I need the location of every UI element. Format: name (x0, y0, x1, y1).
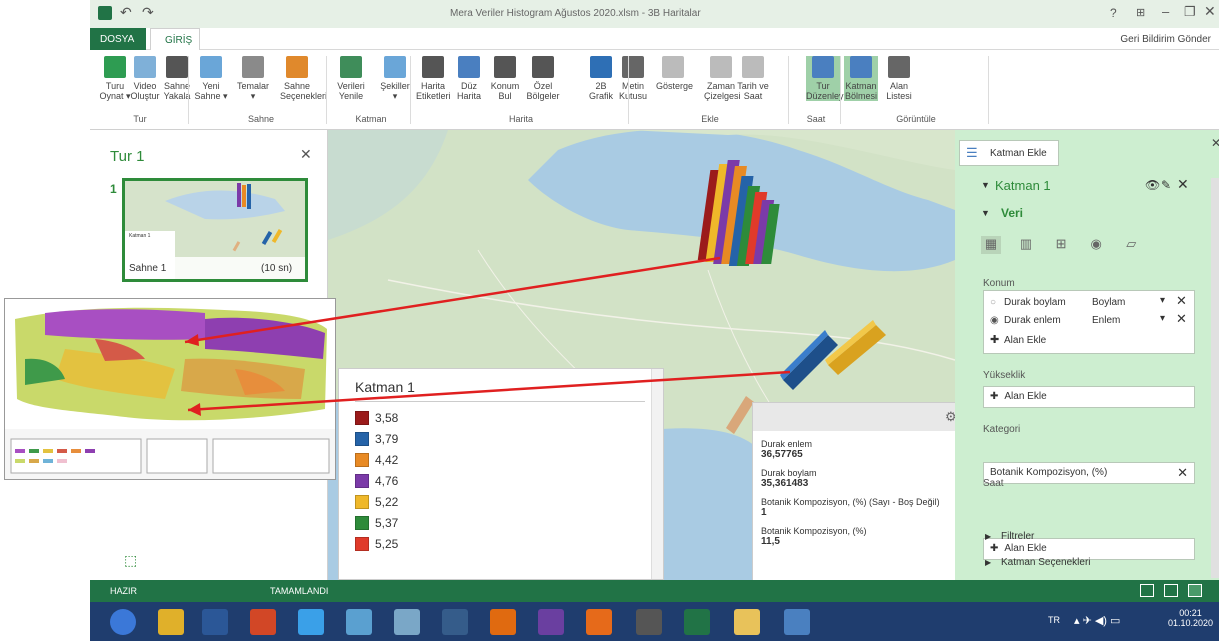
taskbar-windows-start-icon[interactable] (110, 609, 136, 635)
page-layout-icon[interactable] (1164, 584, 1178, 597)
taskbar-explorer-icon[interactable] (734, 609, 760, 635)
annotation-arrows (184, 256, 791, 416)
taskbar-app-icon[interactable] (346, 609, 372, 635)
taskbar-vs-icon[interactable] (538, 609, 564, 635)
taskbar-calculator-icon[interactable] (636, 609, 662, 635)
taskbar-network-icon[interactable] (784, 609, 810, 635)
clock[interactable]: 00:21 01.10.2020 (1168, 608, 1213, 628)
taskbar-wa-icon[interactable] (442, 609, 468, 635)
page-break-icon[interactable] (1188, 584, 1202, 597)
status-bar: HAZIR TAMAMLANDI (90, 580, 1219, 602)
tray-icons[interactable]: ▴ ✈ ◀) ▭ (1074, 614, 1120, 627)
taskbar-powerpoint-icon[interactable] (250, 609, 276, 635)
taskbar-notepad-icon[interactable] (394, 609, 420, 635)
taskbar-chrome-icon[interactable] (158, 609, 184, 635)
status-ready: HAZIR (110, 586, 137, 596)
status-done: TAMAMLANDI (270, 586, 329, 596)
language-indicator[interactable]: TR (1048, 615, 1060, 625)
taskbar-word-icon[interactable] (202, 609, 228, 635)
taskbar-ie-icon[interactable] (298, 609, 324, 635)
taskbar-firefox-icon[interactable] (586, 609, 612, 635)
taskbar-media-icon[interactable] (490, 609, 516, 635)
taskbar-excel-icon[interactable] (684, 609, 710, 635)
normal-view-icon[interactable] (1140, 584, 1154, 597)
taskbar: TR ▴ ✈ ◀) ▭ 00:21 01.10.2020 (90, 602, 1219, 641)
